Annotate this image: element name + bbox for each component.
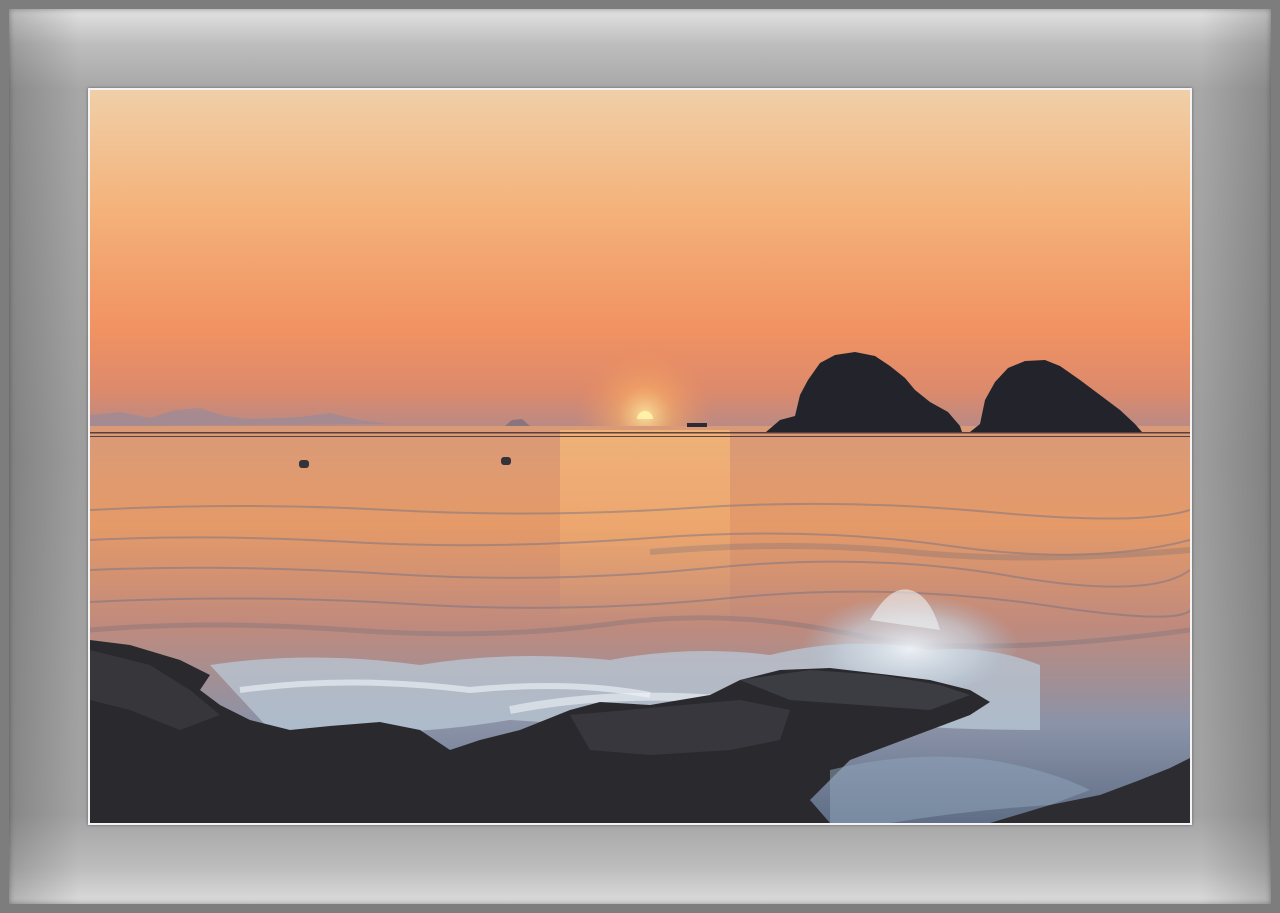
buoy (299, 460, 309, 468)
boat (687, 423, 707, 427)
seascape-photo (90, 90, 1190, 823)
picture-frame (0, 0, 1280, 913)
buoy (501, 457, 511, 465)
